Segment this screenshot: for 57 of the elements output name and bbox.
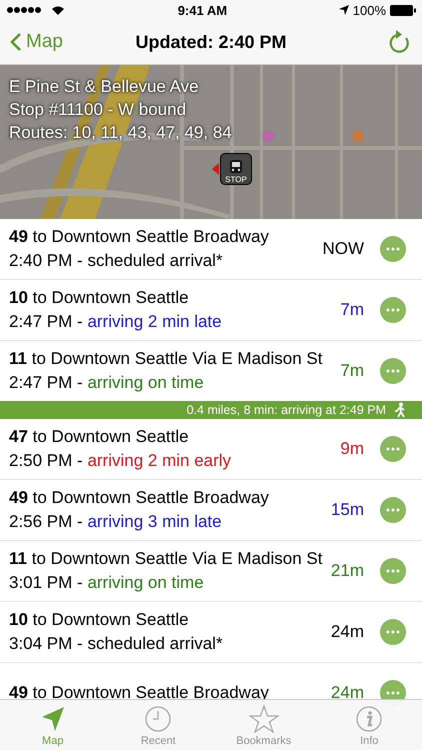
more-options-button[interactable]: [380, 236, 406, 262]
minutes-until-arrival: 24m: [330, 622, 364, 642]
route-destination: 10 to Downtown Seattle: [9, 287, 190, 309]
signal-icon: [6, 5, 66, 15]
bus-stop-sign[interactable]: STOP: [220, 153, 252, 185]
more-options-button[interactable]: [380, 619, 406, 645]
minutes-until-arrival: 15m: [330, 500, 364, 520]
arrival-status: 2:40 PM - scheduled arrival*: [9, 250, 224, 272]
route-destination: 47 to Downtown Seattle: [9, 426, 190, 448]
more-options-button[interactable]: [380, 497, 406, 523]
minutes-until-arrival: NOW: [322, 239, 364, 259]
tab-bar-item[interactable]: Info: [316, 700, 422, 750]
direction-arrow-icon: [212, 163, 219, 175]
route-destination: 10 to Downtown Seattle: [9, 609, 190, 631]
minutes-until-arrival: 24m: [330, 683, 364, 703]
location-arrow-icon: [338, 5, 349, 15]
minutes-until-arrival: 7m: [340, 361, 364, 381]
ellipsis-icon: [386, 308, 400, 312]
ellipsis-icon: [386, 569, 400, 573]
ellipsis-icon: [386, 247, 400, 251]
navigation-arrow-icon: [40, 705, 66, 733]
more-options-button[interactable]: [380, 358, 406, 384]
ellipsis-icon: [386, 508, 400, 512]
route-destination: 49 to Downtown Seattle Broadway: [9, 226, 270, 248]
ellipsis-icon: [386, 630, 400, 634]
minutes-until-arrival: 21m: [330, 561, 364, 581]
clock-icon: [144, 705, 172, 733]
route-destination: 11 to Downtown Seattle Via E Madison St: [9, 548, 324, 570]
arrival-status: 2:56 PM - arriving 3 min late: [9, 511, 223, 533]
arrival-status: 2:47 PM - arriving on time: [9, 372, 205, 394]
more-options-button[interactable]: [380, 436, 406, 462]
arrival-status: 2:50 PM - arriving 2 min early: [9, 450, 232, 472]
arrival-status: 2:47 PM - arriving 2 min late: [9, 311, 223, 333]
nav-title: Updated: 2:40 PM: [135, 32, 287, 52]
arrival-status: 3:04 PM - scheduled arrival*: [9, 633, 224, 655]
info-icon: [355, 705, 384, 733]
minutes-until-arrival: 7m: [340, 300, 364, 320]
chevron-left-icon: [10, 32, 22, 52]
ellipsis-icon: [386, 369, 400, 373]
walking-info: 0.4 miles, 8 min: arriving at 2:49 PM: [186, 403, 386, 417]
more-options-button[interactable]: [380, 558, 406, 584]
stop-info: Routes: 10, 11, 43, 47, 49, 84: [9, 122, 232, 144]
ellipsis-icon: [386, 691, 400, 695]
ellipsis-icon: [386, 447, 400, 451]
minutes-until-arrival: 9m: [340, 439, 364, 459]
battery-percentage: 100%: [352, 2, 386, 18]
route-destination: 49 to Downtown Seattle Broadway: [9, 487, 270, 509]
back-button[interactable]: Map: [10, 31, 63, 53]
refresh-icon[interactable]: [388, 29, 412, 55]
star-icon: [248, 705, 279, 733]
battery-icon: [390, 4, 416, 16]
arrival-status: 3:01 PM - arriving on time: [9, 572, 205, 594]
more-options-button[interactable]: [380, 297, 406, 323]
route-destination: 11 to Downtown Seattle Via E Madison St: [9, 348, 324, 370]
bus-icon: [228, 160, 244, 175]
stop-label: STOP: [225, 175, 247, 184]
clock-time: 9:41 AM: [178, 2, 228, 18]
